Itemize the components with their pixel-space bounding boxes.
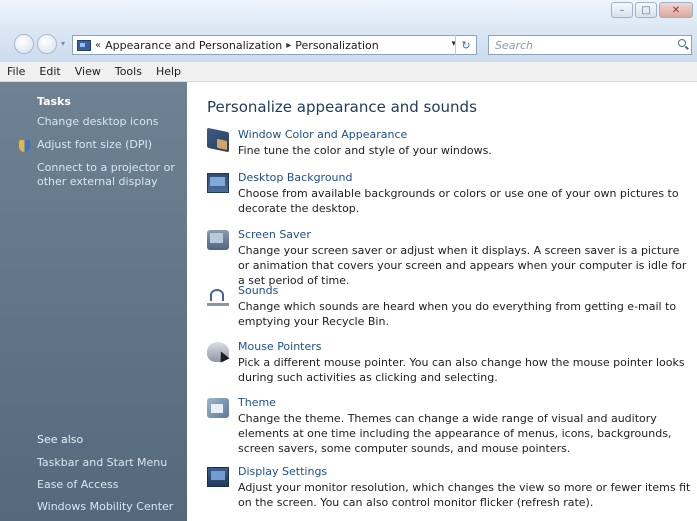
item-theme: Theme Change the theme. Themes can chang… bbox=[207, 396, 692, 461]
close-button[interactable]: ✕ bbox=[659, 2, 693, 18]
tasks-heading: Tasks bbox=[37, 95, 71, 108]
page-title: Personalize appearance and sounds bbox=[207, 98, 477, 116]
link-screen-saver[interactable]: Screen Saver bbox=[238, 228, 311, 241]
theme-icon[interactable] bbox=[207, 398, 229, 418]
breadcrumb-appearance[interactable]: Appearance and Personalization bbox=[105, 39, 282, 52]
back-button[interactable] bbox=[14, 34, 34, 54]
main-content: Personalize appearance and sounds Window… bbox=[188, 82, 697, 521]
see-also-mobility-center[interactable]: Windows Mobility Center bbox=[37, 500, 182, 514]
menu-tools[interactable]: Tools bbox=[108, 65, 149, 78]
mouse-pointer-icon[interactable] bbox=[207, 342, 229, 362]
breadcrumb-personalization[interactable]: Personalization bbox=[295, 39, 378, 52]
link-mouse-pointers[interactable]: Mouse Pointers bbox=[238, 340, 322, 353]
recent-pages-dropdown[interactable]: ▾ bbox=[61, 39, 65, 48]
item-display-settings: Display Settings Adjust your monitor res… bbox=[207, 465, 692, 515]
link-theme[interactable]: Theme bbox=[238, 396, 276, 409]
shield-icon bbox=[19, 140, 30, 152]
menu-bar: File Edit View Tools Help bbox=[0, 62, 697, 82]
address-bar[interactable]: « Appearance and Personalization ▸ Perso… bbox=[72, 35, 477, 55]
desc-mouse-pointers: Pick a different mouse pointer. You can … bbox=[238, 356, 685, 384]
navigation-row: ▾ « Appearance and Personalization ▸ Per… bbox=[0, 31, 697, 57]
link-sounds[interactable]: Sounds bbox=[238, 284, 278, 297]
forward-button[interactable] bbox=[37, 34, 57, 54]
link-desktop-background[interactable]: Desktop Background bbox=[238, 171, 353, 184]
maximize-button[interactable]: □ bbox=[635, 2, 657, 18]
menu-help[interactable]: Help bbox=[149, 65, 188, 78]
screen-saver-icon[interactable] bbox=[207, 230, 229, 250]
item-desktop-background: Desktop Background Choose from available… bbox=[207, 171, 692, 221]
window-color-icon[interactable] bbox=[207, 127, 229, 153]
caption-buttons: – □ ✕ bbox=[611, 2, 693, 18]
desktop-background-icon[interactable] bbox=[207, 173, 229, 193]
desc-theme: Change the theme. Themes can change a wi… bbox=[238, 412, 672, 455]
search-input[interactable]: Search bbox=[488, 35, 692, 55]
sounds-icon[interactable] bbox=[207, 286, 229, 306]
see-also-taskbar[interactable]: Taskbar and Start Menu bbox=[37, 456, 182, 470]
control-panel-icon bbox=[77, 39, 91, 51]
link-display-settings[interactable]: Display Settings bbox=[238, 465, 327, 478]
refresh-button[interactable]: ↻ bbox=[455, 35, 476, 55]
breadcrumb-overflow[interactable]: « bbox=[95, 40, 101, 51]
see-also-ease-of-access[interactable]: Ease of Access bbox=[37, 478, 182, 492]
desc-display-settings: Adjust your monitor resolution, which ch… bbox=[238, 481, 691, 509]
minimize-button[interactable]: – bbox=[611, 2, 633, 18]
search-placeholder: Search bbox=[495, 39, 534, 52]
menu-view[interactable]: View bbox=[68, 65, 108, 78]
item-mouse-pointers: Mouse Pointers Pick a different mouse po… bbox=[207, 340, 692, 390]
search-icon[interactable] bbox=[678, 39, 686, 47]
window-chrome: – □ ✕ ▾ « Appearance and Personalization… bbox=[0, 0, 697, 62]
item-window-color: Window Color and Appearance Fine tune th… bbox=[207, 127, 692, 164]
breadcrumb-separator[interactable]: ▸ bbox=[286, 40, 291, 51]
link-window-color[interactable]: Window Color and Appearance bbox=[238, 128, 407, 141]
menu-file[interactable]: File bbox=[0, 65, 32, 78]
see-also-heading: See also bbox=[37, 433, 84, 446]
item-screen-saver: Screen Saver Change your screen saver or… bbox=[207, 228, 692, 287]
task-connect-projector[interactable]: Connect to a projector or other external… bbox=[37, 161, 182, 189]
item-sounds: Sounds Change which sounds are heard whe… bbox=[207, 284, 692, 334]
task-adjust-font-size[interactable]: Adjust font size (DPI) bbox=[37, 138, 182, 152]
desc-sounds: Change which sounds are heard when you d… bbox=[238, 300, 677, 328]
desc-desktop-background: Choose from available backgrounds or col… bbox=[238, 187, 679, 215]
task-change-desktop-icons[interactable]: Change desktop icons bbox=[37, 115, 182, 129]
desc-screen-saver: Change your screen saver or adjust when … bbox=[238, 244, 687, 287]
menu-edit[interactable]: Edit bbox=[32, 65, 67, 78]
display-settings-icon[interactable] bbox=[207, 467, 229, 487]
desc-window-color: Fine tune the color and style of your wi… bbox=[238, 144, 492, 157]
task-pane: Tasks Change desktop icons Adjust font s… bbox=[0, 82, 187, 521]
